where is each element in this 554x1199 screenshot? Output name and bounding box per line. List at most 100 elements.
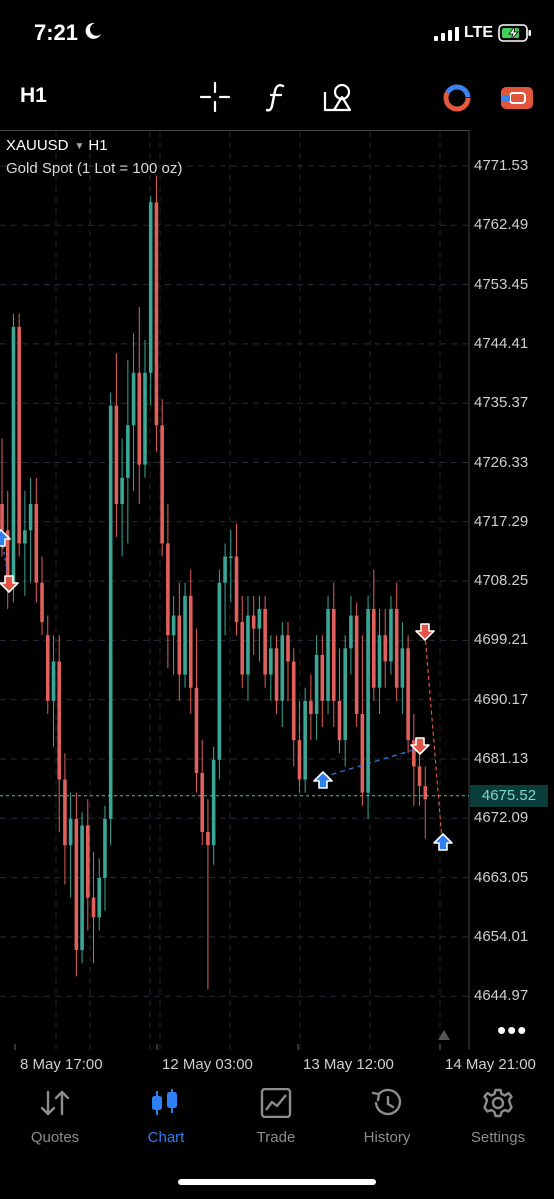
candle bbox=[217, 569, 222, 780]
candle bbox=[34, 477, 39, 603]
candle bbox=[166, 504, 170, 669]
candle bbox=[103, 805, 107, 911]
quotes-icon bbox=[40, 1090, 70, 1116]
candle bbox=[183, 582, 187, 688]
price-axis-label: 4717.29 bbox=[474, 512, 529, 530]
status-time: 7:21 bbox=[34, 20, 79, 45]
nav-chart[interactable]: Chart bbox=[111, 1088, 221, 1146]
price-axis-label: 4663.05 bbox=[474, 868, 529, 886]
candle bbox=[177, 582, 182, 701]
candle bbox=[360, 635, 365, 806]
price-axis-label: 4771.53 bbox=[474, 157, 529, 174]
candle bbox=[17, 313, 21, 557]
candle bbox=[148, 195, 153, 406]
trade-line bbox=[424, 633, 443, 841]
price-axis-label: 4672.09 bbox=[474, 809, 529, 827]
buy-arrow-icon bbox=[433, 833, 453, 851]
nav-quotes-label: Quotes bbox=[30, 1129, 80, 1146]
candle bbox=[389, 595, 393, 675]
candle bbox=[269, 635, 273, 701]
candle bbox=[91, 851, 96, 964]
candle bbox=[86, 799, 90, 931]
nav-settings-label: Settings bbox=[470, 1129, 526, 1146]
candle bbox=[137, 307, 142, 505]
candle bbox=[291, 648, 296, 767]
candle bbox=[211, 746, 216, 865]
price-axis-label: 4744.41 bbox=[474, 334, 529, 352]
candle bbox=[223, 543, 227, 636]
candle bbox=[377, 608, 382, 714]
candle bbox=[234, 523, 239, 636]
nav-history[interactable]: History bbox=[332, 1088, 442, 1146]
price-axis-label: 4726.33 bbox=[474, 453, 529, 471]
price-chart[interactable] bbox=[0, 130, 554, 1050]
candle bbox=[372, 569, 376, 701]
signals-icon[interactable] bbox=[441, 83, 473, 113]
candle bbox=[200, 740, 204, 846]
candle bbox=[154, 176, 159, 452]
chart-grid bbox=[0, 131, 469, 1050]
candle bbox=[63, 753, 67, 885]
candle bbox=[188, 569, 193, 714]
candle bbox=[108, 392, 113, 846]
candle bbox=[80, 812, 84, 964]
candle bbox=[246, 595, 250, 701]
symbol-name[interactable]: XAUUSD bbox=[6, 137, 69, 154]
candle bbox=[331, 582, 336, 728]
price-axis-label: 4735.37 bbox=[474, 394, 529, 412]
time-axis-label: 13 May 12:00 bbox=[303, 1056, 394, 1073]
candle bbox=[320, 635, 325, 728]
candle bbox=[314, 635, 319, 741]
candle bbox=[68, 792, 73, 898]
crosshair-icon[interactable] bbox=[198, 80, 232, 114]
price-axis-label: 4644.97 bbox=[474, 987, 529, 1005]
candle bbox=[126, 359, 130, 544]
price-axis-label: 4762.49 bbox=[474, 216, 529, 234]
candle bbox=[274, 635, 279, 714]
candle bbox=[206, 799, 210, 990]
candle bbox=[406, 635, 410, 754]
price-axis-label: 4690.17 bbox=[474, 690, 529, 708]
cellular-signal-icon bbox=[434, 27, 459, 41]
candle bbox=[309, 674, 313, 741]
time-axis-label: 12 May 03:00 bbox=[162, 1056, 253, 1073]
current-price-label: 4675.52 bbox=[470, 784, 548, 807]
nav-history-label: History bbox=[363, 1129, 411, 1146]
price-axis-label: 4753.45 bbox=[474, 275, 529, 293]
more-options-icon[interactable]: ••• bbox=[497, 1015, 527, 1046]
nav-quotes[interactable]: Quotes bbox=[0, 1088, 110, 1146]
indicators-icon[interactable] bbox=[262, 80, 292, 114]
battery-charging-icon bbox=[498, 24, 531, 42]
sell-arrow-icon bbox=[0, 575, 19, 593]
candle bbox=[263, 595, 267, 688]
nav-chart-label: Chart bbox=[147, 1129, 185, 1146]
candle bbox=[423, 766, 428, 839]
trade-line bbox=[322, 747, 421, 778]
nav-trade[interactable]: Trade bbox=[221, 1087, 331, 1146]
price-axis-label: 4654.01 bbox=[474, 927, 529, 945]
candle bbox=[114, 353, 119, 537]
candle bbox=[143, 340, 147, 478]
candle bbox=[251, 595, 256, 655]
home-indicator bbox=[178, 1179, 376, 1185]
objects-icon[interactable] bbox=[322, 80, 356, 114]
candle bbox=[120, 438, 124, 557]
nav-settings[interactable]: Settings bbox=[443, 1088, 553, 1146]
symbol-dropdown-icon[interactable]: ▼ bbox=[75, 141, 85, 152]
candle bbox=[28, 477, 33, 583]
candle bbox=[349, 595, 353, 675]
nav-trade-label: Trade bbox=[256, 1129, 296, 1146]
symbol-row[interactable]: XAUUSD ▼ H1 bbox=[6, 137, 108, 154]
account-icon[interactable] bbox=[500, 86, 534, 110]
trade-icon bbox=[260, 1087, 292, 1119]
candle bbox=[40, 556, 44, 636]
candle bbox=[286, 622, 290, 701]
candle bbox=[97, 858, 102, 931]
candle bbox=[171, 595, 176, 675]
network-type: LTE bbox=[464, 24, 494, 41]
timeframe-button[interactable]: H1 bbox=[20, 84, 47, 108]
candle bbox=[240, 595, 245, 688]
candle bbox=[74, 792, 79, 977]
sell-arrow-icon bbox=[415, 623, 435, 641]
candle bbox=[51, 635, 56, 747]
